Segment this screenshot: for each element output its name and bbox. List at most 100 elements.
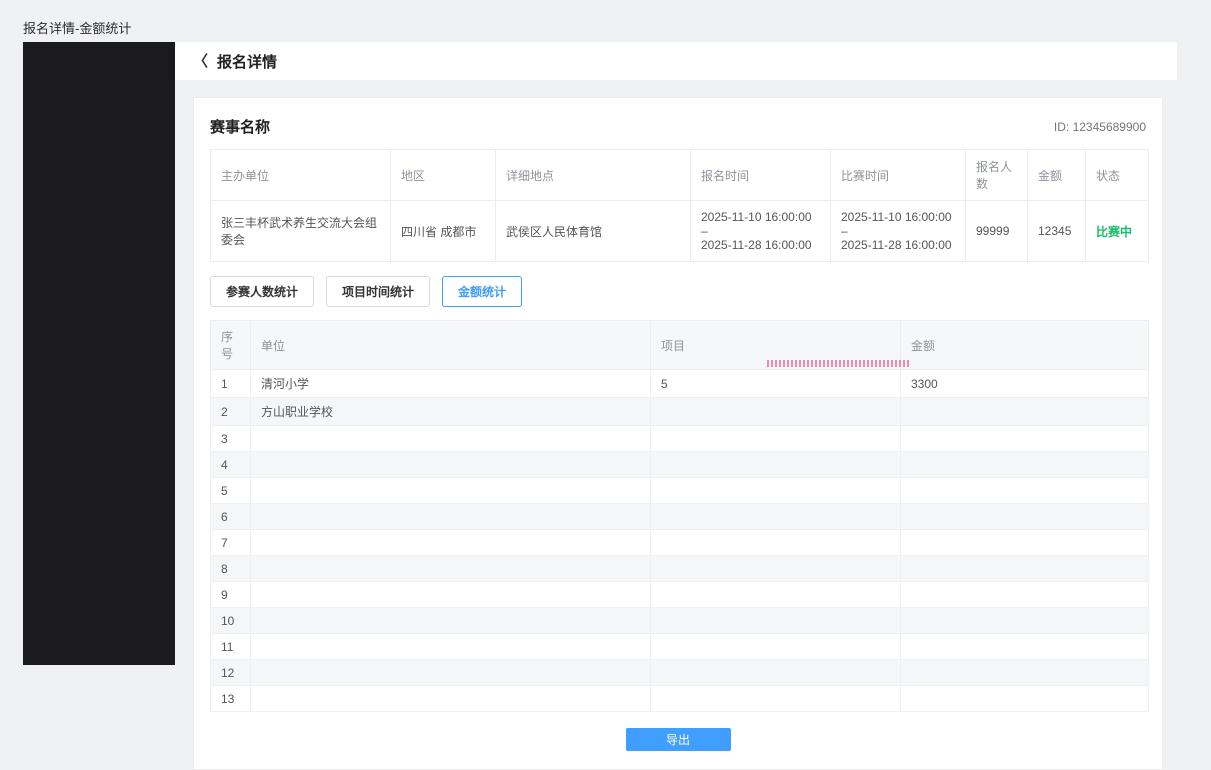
table-row: 13 [211,686,1149,712]
export-button[interactable]: 导出 [626,728,731,751]
cell-region: 四川省 成都市 [391,201,496,262]
event-header: 赛事名称 ID: 12345689900 [210,116,1146,137]
cell-project [651,582,901,608]
cell-unit [251,686,651,712]
status-badge: 比赛中 [1086,201,1149,262]
cell-money [901,608,1149,634]
stats-header-row: 序号 单位 项目 金额 [211,321,1149,370]
cell-money [901,398,1149,426]
event-data-row: 张三丰杯武术养生交流大会组委会 四川省 成都市 武侯区人民体育馆 2025-11… [211,201,1149,262]
cell-project [651,608,901,634]
cell-index: 1 [211,370,251,398]
table-row: 1清河小学53300 [211,370,1149,398]
col-index: 序号 [211,321,251,370]
cell-project [651,556,901,582]
cell-match-time: 2025-11-10 16:00:00 – 2025-11-28 16:00:0… [831,201,966,262]
cell-unit [251,582,651,608]
cell-unit [251,452,651,478]
cell-index: 11 [211,634,251,660]
cell-unit [251,660,651,686]
cell-project [651,530,901,556]
event-id: ID: 12345689900 [1054,120,1146,134]
amount-stats-table: 序号 单位 项目 金额 1清河小学533002方山职业学校34567891011… [210,320,1149,712]
cell-project [651,634,901,660]
cell-index: 8 [211,556,251,582]
cell-index: 7 [211,530,251,556]
tab-project-time-stats[interactable]: 项目时间统计 [326,276,430,307]
cell-unit [251,608,651,634]
cell-signup-count: 99999 [966,201,1028,262]
cell-money [901,504,1149,530]
table-row: 3 [211,426,1149,452]
cell-project [651,452,901,478]
cell-project: 5 [651,370,901,398]
cell-unit [251,530,651,556]
col-signup-count: 报名人数 [966,150,1028,201]
cell-money [901,634,1149,660]
table-row: 9 [211,582,1149,608]
export-row: 导出 [210,728,1146,751]
cell-address: 武侯区人民体育馆 [496,201,691,262]
cell-index: 10 [211,608,251,634]
cell-money [901,530,1149,556]
stats-table-body: 1清河小学533002方山职业学校345678910111213 [211,370,1149,712]
table-row: 11 [211,634,1149,660]
cell-index: 5 [211,478,251,504]
cell-unit [251,426,651,452]
cell-project [651,686,901,712]
table-row: 8 [211,556,1149,582]
sidebar [23,42,175,665]
cell-project [651,504,901,530]
col-money: 金额 [901,321,1149,370]
table-row: 5 [211,478,1149,504]
cell-money: 3300 [901,370,1149,398]
cell-index: 4 [211,452,251,478]
page-header: 〈 报名详情 [175,42,1177,80]
cell-index: 2 [211,398,251,426]
cell-unit: 方山职业学校 [251,398,651,426]
col-signup-time: 报名时间 [691,150,831,201]
table-row: 7 [211,530,1149,556]
cell-index: 9 [211,582,251,608]
event-info-table: 主办单位 地区 详细地点 报名时间 比赛时间 报名人数 金额 状态 张三丰杯武术… [210,149,1149,262]
cell-unit [251,478,651,504]
col-address: 详细地点 [496,150,691,201]
cell-project [651,398,901,426]
table-row: 4 [211,452,1149,478]
event-header-row: 主办单位 地区 详细地点 报名时间 比赛时间 报名人数 金额 状态 [211,150,1149,201]
table-row: 6 [211,504,1149,530]
main-area: 〈 报名详情 赛事名称 ID: 12345689900 主办单位 地区 详细地点… [175,42,1177,770]
col-organizer: 主办单位 [211,150,391,201]
cell-project [651,478,901,504]
cell-unit [251,504,651,530]
back-icon[interactable]: 〈 [193,54,208,69]
cell-money [901,426,1149,452]
table-row: 2方山职业学校 [211,398,1149,426]
content-card: 赛事名称 ID: 12345689900 主办单位 地区 详细地点 报名时间 比… [193,97,1163,770]
cell-money [901,660,1149,686]
page-title: 报名详情 [217,51,277,72]
stats-tabs: 参赛人数统计 项目时间统计 金额统计 [210,276,1146,307]
cell-money [901,452,1149,478]
col-unit: 单位 [251,321,651,370]
tab-amount-stats[interactable]: 金额统计 [442,276,522,307]
cell-money [901,556,1149,582]
cell-index: 13 [211,686,251,712]
cell-unit: 清河小学 [251,370,651,398]
watermark-text [767,360,909,367]
cell-money [901,686,1149,712]
event-section-title: 赛事名称 [210,116,270,137]
col-amount: 金额 [1028,150,1086,201]
col-match-time: 比赛时间 [831,150,966,201]
table-row: 12 [211,660,1149,686]
table-row: 10 [211,608,1149,634]
stats-table-wrap: 序号 单位 项目 金额 1清河小学533002方山职业学校34567891011… [210,320,1146,712]
cell-signup-time: 2025-11-10 16:00:00 – 2025-11-28 16:00:0… [691,201,831,262]
cell-unit [251,634,651,660]
cell-amount: 12345 [1028,201,1086,262]
cell-index: 6 [211,504,251,530]
breadcrumb: 报名详情-金额统计 [23,18,131,37]
tab-participant-count-stats[interactable]: 参赛人数统计 [210,276,314,307]
cell-organizer: 张三丰杯武术养生交流大会组委会 [211,201,391,262]
cell-project [651,660,901,686]
